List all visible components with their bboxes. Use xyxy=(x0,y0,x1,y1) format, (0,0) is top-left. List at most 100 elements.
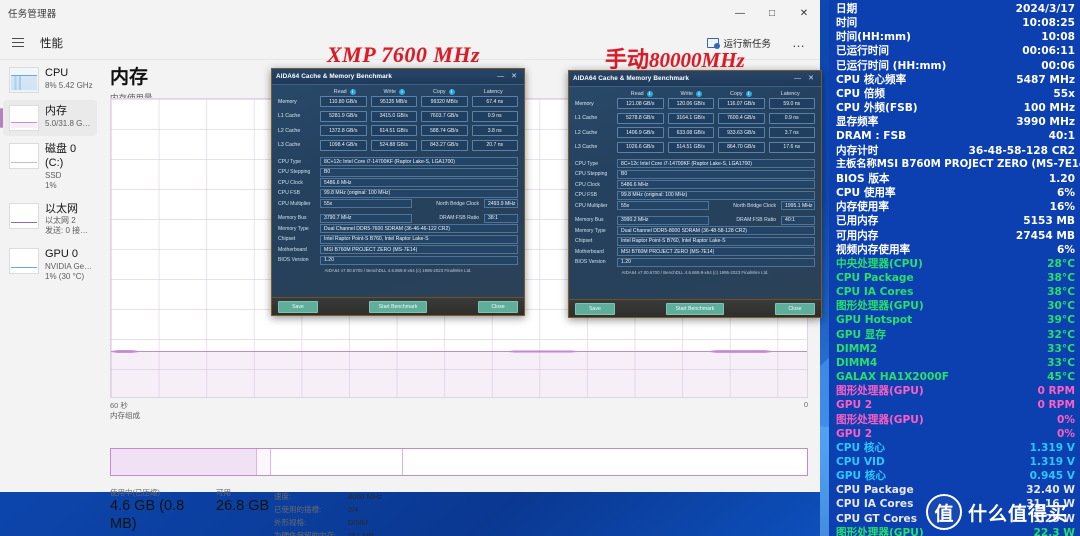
hw-monitor-row: CPU VID 1.319 V xyxy=(834,455,1075,469)
info-icon[interactable]: i xyxy=(398,89,405,95)
info-row-cpu-fsb: CPU FSB 99.8 MHz (original: 100 MHz) xyxy=(278,188,518,198)
sidebar-item-sub1: 以太网 2 xyxy=(45,216,76,226)
more-options-icon[interactable]: … xyxy=(788,35,810,50)
value-available: 26.8 GB xyxy=(216,498,270,514)
save-button[interactable]: Save xyxy=(575,302,615,315)
close-button[interactable]: ✕ xyxy=(788,0,820,26)
sidebar-item-sub2: 发送: 0 接收: 0 Kbps xyxy=(45,226,93,236)
minimize-icon[interactable]: — xyxy=(794,75,801,82)
hamburger-menu-icon[interactable] xyxy=(10,30,36,56)
row-label: L3 Cache xyxy=(278,142,301,148)
minimize-icon[interactable]: — xyxy=(497,73,504,80)
memory-stats: 使用中(已压缩) 可用 4.6 GB (0.8 MB) 26.8 GB 已提交 xyxy=(110,488,808,536)
info-value: 8C+12c Intel Core i7-14700KF (Raptor Lak… xyxy=(617,159,815,168)
hw-monitor-value: 0% xyxy=(1057,427,1075,440)
info-value-dram-fsb: 38:1 xyxy=(484,213,518,223)
info-value: MSI B760M PROJECT ZERO (MS-7E14) xyxy=(320,245,518,254)
info-key: Memory Bus xyxy=(278,215,307,221)
info-value: 1.20 xyxy=(320,255,518,265)
watermark-text: 什么值得买 xyxy=(967,503,1068,525)
sidebar-item-memory[interactable]: 内存 5.0/31.8 GB (16%) xyxy=(0,100,97,136)
column-header-copy-label: Copy xyxy=(729,91,743,97)
sidebar-item-ethernet-text: 以太网 以太网 2 发送: 0 接收: 0 Kbps xyxy=(45,203,93,237)
close-button[interactable]: Close xyxy=(774,302,815,315)
close-button[interactable]: Close xyxy=(477,300,518,313)
hw-monitor-value: 1.319 V xyxy=(1029,456,1075,468)
hw-monitor-value: 32°C xyxy=(1047,328,1075,341)
save-button[interactable]: Save xyxy=(278,300,318,313)
row-label: L3 Cache xyxy=(575,144,598,150)
close-icon[interactable]: ✕ xyxy=(808,75,814,82)
info-value-dram-fsb: 40:1 xyxy=(781,215,815,225)
start-benchmark-button[interactable]: Start Benchmark xyxy=(665,302,725,315)
start-benchmark-button[interactable]: Start Benchmark xyxy=(368,300,428,313)
info-icon[interactable]: i xyxy=(646,91,653,97)
sidebar-item-cpu-text: CPU 8% 5.42 GHz xyxy=(45,67,93,91)
composition-segment-free xyxy=(403,449,807,475)
column-header-latency-label: Latency xyxy=(483,89,503,95)
memory-stats-column-left: 使用中(已压缩) 可用 4.6 GB (0.8 MB) 26.8 GB 已提交 xyxy=(110,488,270,536)
sidebar-item-label: CPU xyxy=(45,67,69,79)
info-value: Intel Raptor Point-S B760, Intel Raptor … xyxy=(617,236,815,246)
sidebar-item-sub1: 8% 5.42 GHz xyxy=(45,80,93,90)
detail-key: 外形规格: xyxy=(274,518,307,528)
info-row-cpu-type: CPU Type 8C+12c Intel Core i7-14700KF (R… xyxy=(278,157,518,166)
maximize-button[interactable]: □ xyxy=(756,0,788,26)
aida64-right-window-controls: — ✕ xyxy=(794,75,817,82)
hw-monitor-value: 5487 MHz xyxy=(1016,73,1075,86)
column-header-latency: Latency xyxy=(469,89,519,95)
info-icon[interactable]: i xyxy=(448,89,455,95)
info-row-cpu-clock: CPU Clock 5486.6 MHz xyxy=(278,178,518,187)
hw-monitor-row: 已运行时间 00:06:11 xyxy=(834,44,1075,58)
info-row-bios: BIOS Version 1.20 xyxy=(575,257,815,267)
sidebar-item-ethernet[interactable]: 以太网 以太网 2 发送: 0 接收: 0 Kbps xyxy=(3,198,97,242)
info-icon[interactable]: i xyxy=(695,91,702,97)
hw-monitor-key: 已运行时间 (HH:mm) xyxy=(836,59,947,72)
hw-monitor-row: CPU IA Cores 38°C xyxy=(834,285,1075,299)
cell-latency: 20.7 ns xyxy=(471,139,518,151)
info-key: BIOS Version xyxy=(278,257,309,263)
annotation-manual-num: 80000MHz xyxy=(649,48,745,72)
hw-monitor-row: 内存计时 36-48-58-128 CR2 xyxy=(834,144,1075,158)
info-key: CPU Stepping xyxy=(278,169,311,175)
info-key: Chipset xyxy=(575,238,593,244)
hw-monitor-row: DRAM : FSB 40:1 xyxy=(834,129,1075,143)
benchmark-row-l1: L1 Cache 5281.9 GB/s 3415.0 GB/s 7603.7 … xyxy=(278,110,518,122)
hw-monitor-row: 显存频率 3990 MHz xyxy=(834,115,1075,129)
hw-monitor-row: 日期 2024/3/17 xyxy=(834,2,1075,16)
hw-monitor-row: 视频内存使用率 6% xyxy=(834,243,1075,257)
hw-monitor-row: CPU Package 38°C xyxy=(834,271,1075,285)
hw-monitor-key: 主板名称 xyxy=(836,158,877,170)
hw-monitor-row: 图形处理器(GPU) 30°C xyxy=(834,299,1075,313)
hw-monitor-value: 33°C xyxy=(1047,342,1075,355)
hw-monitor-row: CPU 倍频 55x xyxy=(834,87,1075,101)
column-header-copy-label: Copy xyxy=(432,89,446,95)
cell-read: 1406.9 GB/s xyxy=(617,127,664,138)
sidebar-item-gpu[interactable]: GPU 0 NVIDIA GeForce RT... 1% (30 °C) xyxy=(3,243,97,287)
detail-value: 8000 MHz xyxy=(348,492,383,501)
hw-monitor-key: 内存使用率 xyxy=(836,201,889,214)
cell-latency: 3.8 ns xyxy=(471,125,518,136)
benchmark-row-l2: L2 Cache 1406.9 GB/s 633.08 GB/s 933.63 … xyxy=(575,127,815,138)
cell-read: 110.80 GB/s xyxy=(320,96,367,107)
close-icon[interactable]: ✕ xyxy=(511,73,517,80)
info-icon[interactable]: i xyxy=(349,89,356,95)
column-header-read: Read i xyxy=(320,89,370,95)
info-icon[interactable]: i xyxy=(745,91,752,97)
window-controls: — □ ✕ xyxy=(724,0,820,26)
sidebar-item-disk[interactable]: 磁盘 0 (C:) SSD 1% xyxy=(3,138,97,196)
info-key: CPU Multiplier xyxy=(575,202,608,209)
memory-hardware-details: 速度: 8000 MHz 已使用的插槽: 2/4 外形规格: DIMM 为硬件保… xyxy=(274,488,382,536)
info-row-memory-type: Memory Type Dual Channel DDR5-8000 SDRAM… xyxy=(575,226,815,235)
sidebar-item-cpu[interactable]: CPU 8% 5.42 GHz xyxy=(3,62,97,98)
aida64-window-left: AIDA64 Cache & Memory Benchmark — ✕ Read… xyxy=(271,68,525,316)
hw-monitor-value: 55x xyxy=(1053,87,1075,100)
benchmark-row-memory: Memory 121.08 GB/s 120.06 GB/s 116.07 GB… xyxy=(575,98,815,109)
info-value: B0 xyxy=(320,167,518,177)
hw-monitor-row: DIMM2 33°C xyxy=(834,342,1075,356)
minimize-button[interactable]: — xyxy=(724,0,756,26)
composition-segment-in-use xyxy=(111,449,258,475)
label-in-use: 使用中(已压缩) xyxy=(110,488,160,497)
stat-values-row-1: 4.6 GB (0.8 MB) 26.8 GB xyxy=(110,497,270,533)
annotation-manual-cn: 手动 xyxy=(605,47,650,72)
